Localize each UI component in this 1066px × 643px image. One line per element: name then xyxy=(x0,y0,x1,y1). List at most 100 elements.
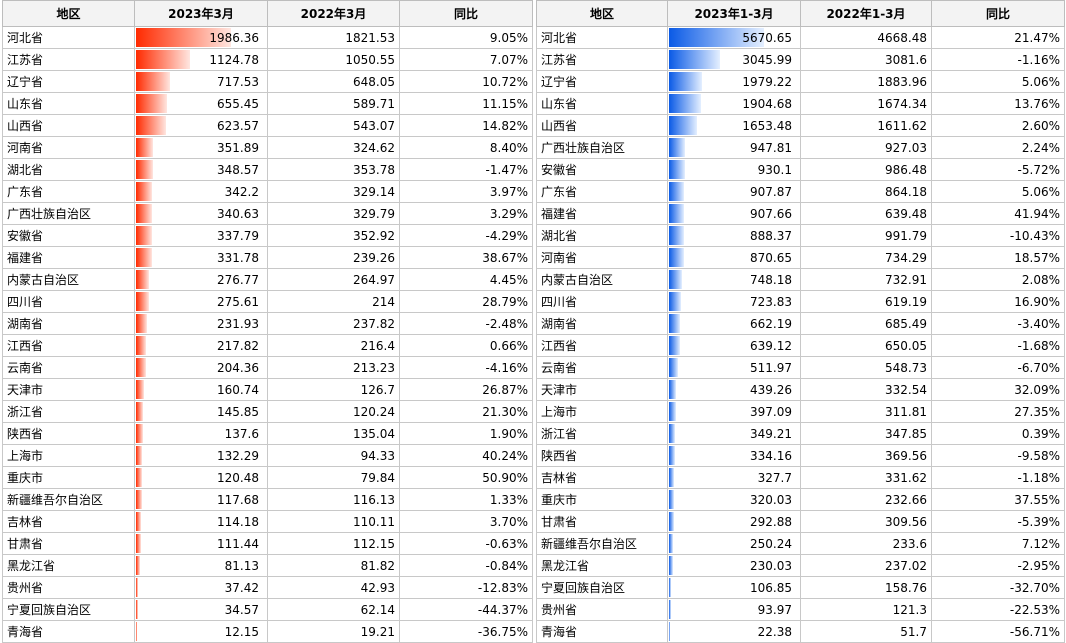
table-row: 广东省 342.2 329.14 3.97% xyxy=(2,180,533,203)
previous-value-cell: 135.04 xyxy=(267,422,400,445)
yoy-change-cell: 21.30% xyxy=(399,400,533,423)
current-value: 250.24 xyxy=(750,536,792,551)
region-cell: 四川省 xyxy=(2,290,135,313)
yoy-change-cell: 9.05% xyxy=(399,26,533,49)
current-value-cell: 204.36 xyxy=(134,356,268,379)
yoy-change-cell: -1.68% xyxy=(931,334,1065,357)
table-row: 安徽省 930.1 986.48 -5.72% xyxy=(536,158,1065,181)
current-value: 93.97 xyxy=(757,602,792,617)
yoy-change-cell: 1.33% xyxy=(399,488,533,511)
left-data-table: 地区 2023年3月 2022年3月 同比 河北省 1986.36 1821.53 9… xyxy=(2,0,533,643)
current-value-cell: 5670.65 xyxy=(667,26,801,49)
table-row: 宁夏回族自治区 106.85 158.76 -32.70% xyxy=(536,576,1065,599)
value-data-bar xyxy=(136,600,138,619)
current-value-cell: 120.48 xyxy=(134,466,268,489)
right-data-table: 地区 2023年1-3月 2022年1-3月 同比 河北省 5670.65 4668… xyxy=(536,0,1065,643)
region-cell: 新疆维吾尔自治区 xyxy=(2,488,135,511)
previous-value-cell: 864.18 xyxy=(800,180,932,203)
current-value-cell: 930.1 xyxy=(667,158,801,181)
yoy-change-cell: -9.58% xyxy=(931,444,1065,467)
current-value-cell: 93.97 xyxy=(667,598,801,621)
value-data-bar xyxy=(669,600,671,619)
table-row: 内蒙古自治区 748.18 732.91 2.08% xyxy=(536,268,1065,291)
region-cell: 陕西省 xyxy=(2,422,135,445)
previous-value-cell: 4668.48 xyxy=(800,26,932,49)
table-row: 陕西省 137.6 135.04 1.90% xyxy=(2,422,533,445)
yoy-change-cell: -6.70% xyxy=(931,356,1065,379)
current-value: 947.81 xyxy=(750,140,792,155)
current-value-cell: 947.81 xyxy=(667,136,801,159)
table-row: 山东省 1904.68 1674.34 13.76% xyxy=(536,92,1065,115)
value-data-bar xyxy=(669,578,671,597)
previous-value-cell: 324.62 xyxy=(267,136,400,159)
current-value: 1979.22 xyxy=(742,74,792,89)
table-row: 吉林省 114.18 110.11 3.70% xyxy=(2,510,533,533)
table-row: 四川省 275.61 214 28.79% xyxy=(2,290,533,313)
current-value: 439.26 xyxy=(750,382,792,397)
current-value-cell: 250.24 xyxy=(667,532,801,555)
region-cell: 云南省 xyxy=(536,356,668,379)
table-row: 江苏省 1124.78 1050.55 7.07% xyxy=(2,48,533,71)
yoy-change-cell: -12.83% xyxy=(399,576,533,599)
current-value: 1653.48 xyxy=(742,118,792,133)
yoy-change-cell: -5.39% xyxy=(931,510,1065,533)
previous-value-cell: 116.13 xyxy=(267,488,400,511)
current-value-cell: 888.37 xyxy=(667,224,801,247)
previous-value-cell: 650.05 xyxy=(800,334,932,357)
yoy-change-cell: -2.48% xyxy=(399,312,533,335)
table-row: 河南省 351.89 324.62 8.40% xyxy=(2,136,533,159)
current-value-cell: 37.42 xyxy=(134,576,268,599)
yoy-change-cell: 1.90% xyxy=(399,422,533,445)
table-row: 上海市 132.29 94.33 40.24% xyxy=(2,444,533,467)
yoy-change-cell: 16.90% xyxy=(931,290,1065,313)
previous-value-cell: 1883.96 xyxy=(800,70,932,93)
region-cell: 湖北省 xyxy=(536,224,668,247)
region-cell: 内蒙古自治区 xyxy=(536,268,668,291)
table-row: 新疆维吾尔自治区 250.24 233.6 7.12% xyxy=(536,532,1065,555)
current-value: 723.83 xyxy=(750,294,792,309)
yoy-change-cell: 32.09% xyxy=(931,378,1065,401)
table-row: 浙江省 145.85 120.24 21.30% xyxy=(2,400,533,423)
current-value: 120.48 xyxy=(217,470,259,485)
previous-value-cell: 1674.34 xyxy=(800,92,932,115)
table-row: 黑龙江省 81.13 81.82 -0.84% xyxy=(2,554,533,577)
table-row: 江西省 217.82 216.4 0.66% xyxy=(2,334,533,357)
current-value: 12.15 xyxy=(224,624,259,639)
region-cell: 云南省 xyxy=(2,356,135,379)
region-cell: 辽宁省 xyxy=(2,70,135,93)
table-row: 河北省 1986.36 1821.53 9.05% xyxy=(2,26,533,49)
table-row: 重庆市 120.48 79.84 50.90% xyxy=(2,466,533,489)
current-value-cell: 114.18 xyxy=(134,510,268,533)
yoy-change-cell: 41.94% xyxy=(931,202,1065,225)
region-cell: 山东省 xyxy=(536,92,668,115)
yoy-change-cell: -4.29% xyxy=(399,224,533,247)
previous-value-cell: 214 xyxy=(267,290,400,313)
yoy-change-cell: -0.84% xyxy=(399,554,533,577)
table-row: 陕西省 334.16 369.56 -9.58% xyxy=(536,444,1065,467)
current-value: 37.42 xyxy=(224,580,259,595)
yoy-change-cell: 4.45% xyxy=(399,268,533,291)
yoy-change-cell: 2.08% xyxy=(931,268,1065,291)
yoy-change-cell: -0.63% xyxy=(399,532,533,555)
region-cell: 河北省 xyxy=(2,26,135,49)
region-cell: 江西省 xyxy=(536,334,668,357)
region-cell: 重庆市 xyxy=(2,466,135,489)
previous-value-cell: 311.81 xyxy=(800,400,932,423)
current-value-cell: 623.57 xyxy=(134,114,268,137)
yoy-change-cell: 7.07% xyxy=(399,48,533,71)
current-value-cell: 907.66 xyxy=(667,202,801,225)
current-value-cell: 1986.36 xyxy=(134,26,268,49)
previous-value-cell: 329.14 xyxy=(267,180,400,203)
current-value: 623.57 xyxy=(217,118,259,133)
yoy-change-cell: -2.95% xyxy=(931,554,1065,577)
region-cell: 甘肃省 xyxy=(536,510,668,533)
region-cell: 四川省 xyxy=(536,290,668,313)
current-value: 337.79 xyxy=(217,228,259,243)
current-value-cell: 292.88 xyxy=(667,510,801,533)
current-value-cell: 320.03 xyxy=(667,488,801,511)
current-value: 160.74 xyxy=(217,382,259,397)
previous-value-cell: 239.26 xyxy=(267,246,400,269)
table-row: 广西壮族自治区 947.81 927.03 2.24% xyxy=(536,136,1065,159)
table-row: 湖南省 662.19 685.49 -3.40% xyxy=(536,312,1065,335)
current-value-cell: 1124.78 xyxy=(134,48,268,71)
